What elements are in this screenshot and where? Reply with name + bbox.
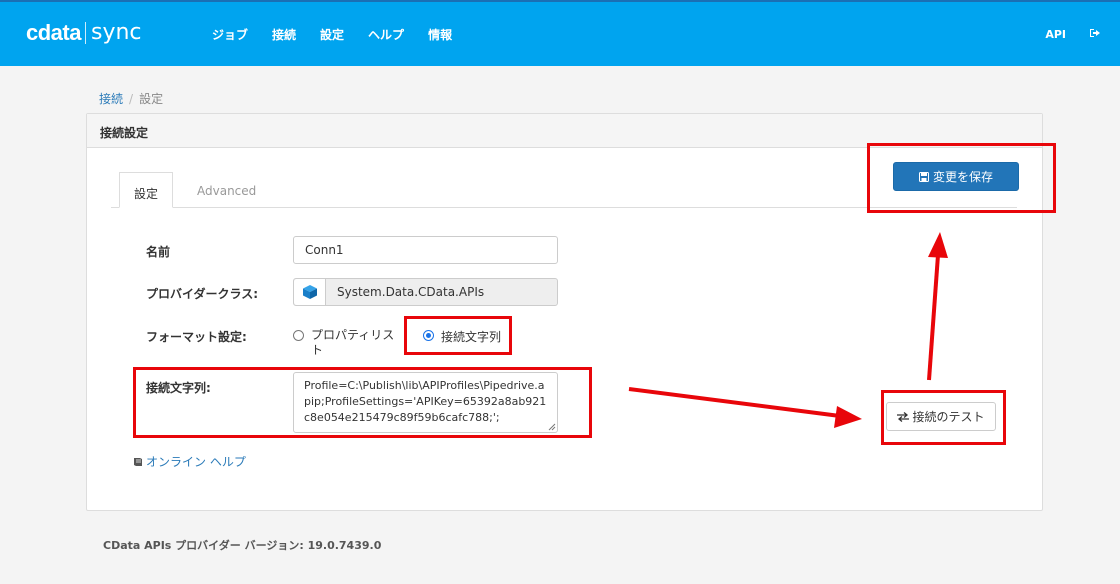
book-icon <box>134 457 142 466</box>
logout-button[interactable] <box>1090 28 1100 41</box>
annotation-box-connection-string-field <box>133 367 592 438</box>
nav-connections[interactable]: 接続 <box>272 26 296 43</box>
provider-version-footer: CData APIs プロバイダー バージョン: 19.0.7439.0 <box>103 539 382 552</box>
tab-settings[interactable]: 設定 <box>119 172 174 208</box>
radio-property-list-circle[interactable] <box>293 330 304 341</box>
top-navbar: cdata sync ジョブ 接続 設定 ヘルプ 情報 API <box>0 0 1120 66</box>
annotation-box-connection-string-radio <box>404 316 512 355</box>
name-input[interactable]: Conn1 <box>293 236 558 264</box>
breadcrumb: 接続 / 設定 <box>99 90 163 107</box>
nav-help[interactable]: ヘルプ <box>368 26 404 43</box>
nav-settings[interactable]: 設定 <box>320 26 344 43</box>
breadcrumb-current: 設定 <box>139 92 164 106</box>
online-help-link[interactable]: オンライン ヘルプ <box>133 453 246 470</box>
main-nav: ジョブ 接続 設定 ヘルプ 情報 <box>200 2 464 66</box>
nav-api[interactable]: API <box>1045 28 1066 41</box>
logout-icon <box>1090 28 1100 37</box>
provider-class-value: System.Data.CData.APIs <box>337 285 485 299</box>
cube-icon <box>302 285 317 299</box>
nav-right: API <box>1021 2 1100 66</box>
provider-class-field: System.Data.CData.APIs <box>293 278 558 306</box>
annotation-box-save <box>867 143 1056 213</box>
logo-cdata-text: cdata <box>26 20 81 45</box>
logo-sync-text: sync <box>84 22 142 44</box>
format-label: フォーマット設定: <box>146 330 247 344</box>
radio-property-list-label: プロパティリスト <box>311 328 395 357</box>
radio-property-list[interactable]: プロパティリスト <box>293 328 403 358</box>
tab-advanced[interactable]: Advanced <box>183 172 270 208</box>
breadcrumb-connections[interactable]: 接続 <box>99 92 123 106</box>
name-label: 名前 <box>146 245 171 259</box>
annotation-box-test-connection <box>881 390 1006 445</box>
nav-info[interactable]: 情報 <box>428 26 452 43</box>
provider-class-label: プロバイダークラス: <box>146 287 259 301</box>
breadcrumb-separator: / <box>129 92 134 106</box>
online-help-label: オンライン ヘルプ <box>146 455 246 469</box>
nav-jobs[interactable]: ジョブ <box>212 26 248 43</box>
cdata-sync-logo[interactable]: cdata sync <box>26 18 142 48</box>
